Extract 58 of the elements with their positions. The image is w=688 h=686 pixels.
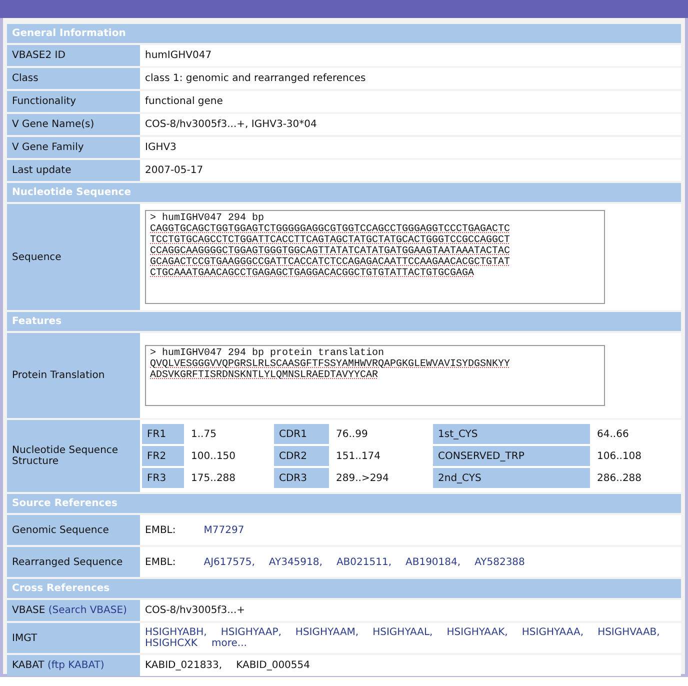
value-text: humIGHV047: [145, 50, 212, 61]
row-label: Last update: [12, 165, 72, 176]
row-label: Rearranged Sequence: [12, 556, 123, 568]
reference-link[interactable]: M77297: [204, 524, 244, 536]
reference-link[interactable]: HSIGHYAAL,: [372, 627, 433, 638]
section-header: Features: [7, 312, 681, 331]
reference-link[interactable]: HSIGHYAAK,: [446, 627, 508, 638]
structure-label: CDR3: [274, 468, 329, 488]
row-label: V Gene Family: [12, 142, 84, 153]
value-text: KABID_000554: [236, 660, 310, 671]
value-text: KABID_021833,: [145, 660, 222, 671]
reference-link[interactable]: AY345918,: [268, 556, 322, 568]
section-header: General Information: [7, 24, 681, 43]
structure-label: CDR2: [274, 446, 329, 466]
value-text: 2007-05-17: [145, 165, 204, 176]
reference-link[interactable]: HSIGHYAAM,: [295, 627, 359, 638]
structure-label: FR1: [142, 424, 184, 444]
structure-label: FR3: [142, 468, 184, 488]
row-label: Functionality: [12, 96, 76, 107]
value-text: class 1: genomic and rearranged references: [145, 73, 366, 84]
value-text: COS-8/hv3005f3...+: [145, 605, 246, 616]
label-link[interactable]: (ftp KABAT): [47, 660, 104, 671]
row-label: Class: [12, 73, 38, 84]
row-label: KABAT: [12, 660, 44, 671]
structure-label: FR2: [142, 446, 184, 466]
row-label: Protein Translation: [12, 370, 105, 381]
reference-link[interactable]: AB021511,: [336, 556, 392, 568]
row-label: VBASE2 ID: [12, 50, 66, 61]
row-label: Nucleotide Sequence Structure: [12, 445, 118, 467]
value-text: IGHV3: [145, 142, 176, 153]
sequence-textarea: > humIGHV047 294 bp protein translation QVQLVESGGGVVQPGRSLRLSCAASGFTFSSYAMHWVRQAPGKGLEWVAVISYDGSNKYY ADSVKGRFTISRDNSKNTLYLQMNSLRAEDTAVYYCAR: [145, 345, 605, 406]
reference-link[interactable]: HSIGHYABH,: [145, 627, 207, 638]
reference-link[interactable]: AY582388: [474, 556, 525, 568]
structure-label: CDR1: [274, 424, 329, 444]
row-label: Sequence: [12, 252, 62, 262]
value-text: COS-8/hv3005f3...+, IGHV3-30*04: [145, 119, 317, 130]
reference-link[interactable]: HSIGHYAAP,: [220, 627, 282, 638]
value-text: functional gene: [145, 96, 223, 107]
row-label: VBASE: [12, 605, 46, 616]
row-label: V Gene Name(s): [12, 119, 94, 130]
reference-link[interactable]: AB190184,: [406, 556, 461, 568]
reference-prefix: EMBL:: [145, 524, 176, 536]
reference-prefix: EMBL:: [145, 556, 176, 568]
structure-label: CONSERVED_TRP: [433, 446, 590, 466]
reference-link[interactable]: HSIGHCXK: [145, 638, 198, 649]
sequence-textarea: > humIGHV047 294 bp CAGGTGCAGCTGGTGGAGTCTGGGGGAGGCGTGGTCCAGCCTGGGAGGTCCCTGAGACTC TCCTGTGCAGCCTCTGGATTCACCTTCAGTAGCTATGCTATGCACTGGGTCCGCCAGGCT CCAGGCAAGGGGCTGGAGTGGGTGGCAGTTATATCATATGATGGAAGTAATAAATACTAC GCAGACTCCGTGAAGGGCCGATTCACCATCTCCAGAGACAATTCCAAGAACACGCTGTAT CTGCAAATGAACAGCCTGAGAGCTGAGGACACGGCTGTGTATTACTGTGCGAGA: [145, 210, 605, 304]
reference-link[interactable]: HSIGHVAAB,: [598, 627, 660, 638]
label-link[interactable]: (Search VBASE): [48, 605, 127, 616]
structure-label: 1st_CYS: [433, 424, 590, 444]
reference-link[interactable]: HSIGHYAAA,: [522, 627, 584, 638]
reference-link[interactable]: more...: [211, 638, 247, 649]
section-header: Source References: [7, 494, 681, 513]
structure-label: 2nd_CYS: [433, 468, 590, 488]
section-header: Nucleotide Sequence: [7, 183, 681, 202]
row-label: IMGT: [12, 632, 38, 644]
row-label: Genomic Sequence: [12, 524, 109, 536]
section-header: Cross References: [7, 579, 681, 598]
reference-link[interactable]: AJ617575,: [204, 556, 255, 568]
